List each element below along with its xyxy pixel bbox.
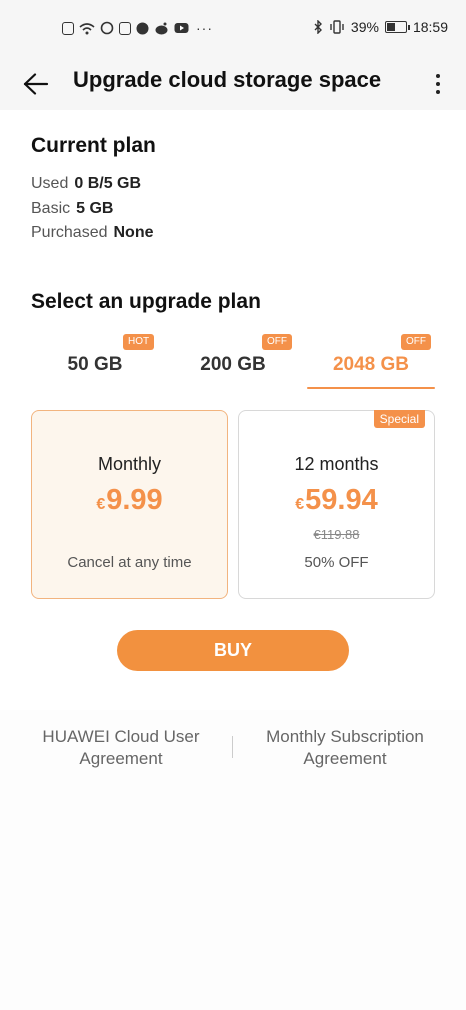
currency-symbol: € <box>96 496 106 513</box>
purchased-value: None <box>113 224 154 241</box>
battery-icon <box>384 21 410 33</box>
tab-50gb[interactable]: 50 GB <box>40 354 150 376</box>
current-plan-title: Current plan <box>31 134 156 157</box>
youtube-icon <box>174 23 189 33</box>
page-title: Upgrade cloud storage space <box>73 67 382 92</box>
vibrate-icon <box>330 20 344 34</box>
user-agreement-link[interactable]: HUAWEI Cloud User Agreement <box>20 726 222 770</box>
plan-monthly[interactable]: Monthly €9.99 Cancel at any time <box>31 410 228 599</box>
toolbar: Upgrade cloud storage space <box>0 58 466 110</box>
used-value: 0 B/5 GB <box>74 175 142 192</box>
more-notifications-icon: ··· <box>196 20 213 36</box>
upgrade-title: Select an upgrade plan <box>31 290 261 313</box>
tab-2048gb[interactable]: 2048 GB <box>316 354 426 376</box>
more-options-button[interactable] <box>426 64 450 104</box>
reddit-icon <box>155 22 168 34</box>
bluetooth-icon <box>314 20 322 34</box>
divider <box>232 736 233 758</box>
plan-note: 50% OFF <box>304 554 369 571</box>
basic-value: 5 GB <box>76 200 114 217</box>
plan-period: Monthly <box>97 454 162 474</box>
plan-price: €9.99 <box>32 484 227 517</box>
back-button[interactable] <box>16 64 56 104</box>
tab-badge-hot: HOT <box>123 334 155 350</box>
tab-badge-off: OFF <box>401 334 431 350</box>
used-label: Used <box>31 175 69 192</box>
special-badge: Special <box>373 410 425 428</box>
purchased-label: Purchased <box>31 224 108 241</box>
original-price: €119.88 <box>313 527 360 542</box>
used-row: Used 0 B/5 GB <box>31 175 141 193</box>
price-value: 59.94 <box>305 484 378 516</box>
sim-icon <box>62 21 74 35</box>
plan-period: 12 months <box>294 454 379 474</box>
facebook-icon <box>136 22 149 34</box>
buy-button[interactable]: BUY <box>117 630 349 671</box>
active-tab-indicator <box>307 387 435 389</box>
notification-icons: ··· <box>62 20 213 36</box>
tab-200gb[interactable]: 200 GB <box>178 354 288 376</box>
status-bar: ··· 39% 18:59 <box>0 0 466 58</box>
clock: 18:59 <box>412 19 448 35</box>
wifi-icon <box>79 22 95 34</box>
subscription-agreement-link[interactable]: Monthly Subscription Agreement <box>244 726 446 770</box>
basic-label: Basic <box>31 200 71 217</box>
purchased-row: Purchased None <box>31 224 154 242</box>
whatsapp-icon <box>100 21 114 35</box>
tab-badge-off: OFF <box>262 334 292 350</box>
plan-note: Cancel at any time <box>67 554 192 571</box>
system-status: 39% 18:59 <box>307 19 448 35</box>
battery-percent: 39% <box>350 19 379 35</box>
plan-price: €59.94 <box>239 484 434 517</box>
currency-symbol: € <box>295 496 305 513</box>
price-value: 9.99 <box>106 484 163 516</box>
more-vert-icon <box>436 74 440 78</box>
back-arrow-icon <box>23 73 49 95</box>
footer: HUAWEI Cloud User Agreement Monthly Subs… <box>0 710 466 1010</box>
mail-icon <box>119 21 131 35</box>
plan-12-months[interactable]: Special 12 months €59.94 €119.88 50% OFF <box>238 410 435 599</box>
basic-row: Basic 5 GB <box>31 200 113 218</box>
